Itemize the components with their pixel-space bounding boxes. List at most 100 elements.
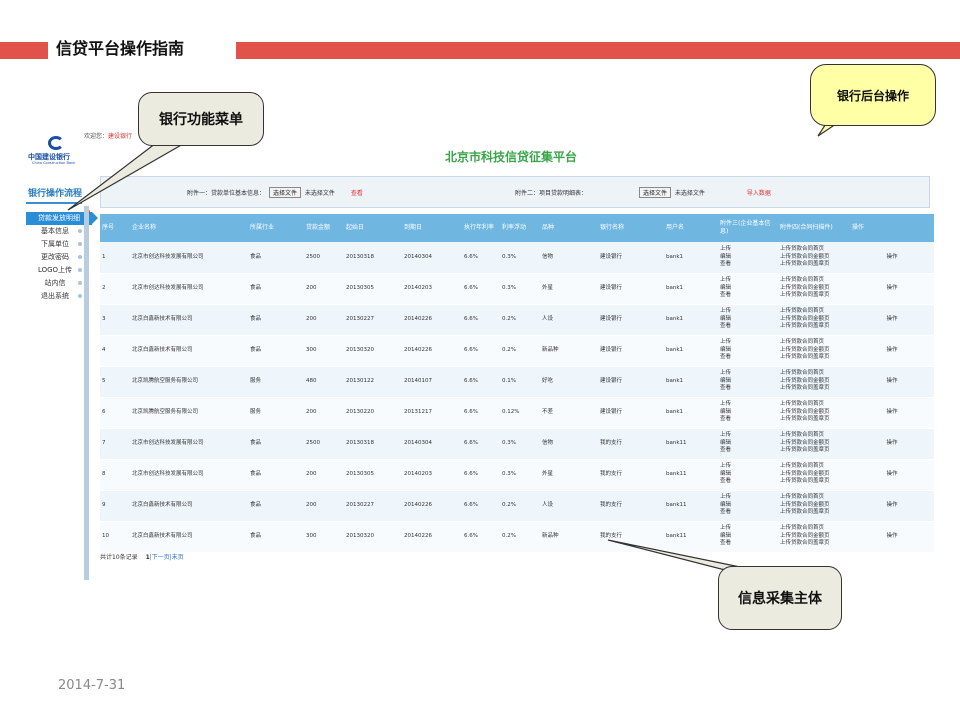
- attachment-one-view-link[interactable]: 查看: [351, 190, 363, 197]
- cell-float: 0.3%: [500, 273, 540, 305]
- sidebar-item-messages[interactable]: 站内信: [26, 277, 84, 290]
- cell-company: 北京白鑫新技术有限公司: [130, 335, 248, 367]
- att3-link[interactable]: 上传: [720, 525, 776, 533]
- cell-att3: 上传 编辑 查看: [718, 459, 778, 491]
- att3-link[interactable]: 查看: [720, 540, 776, 548]
- att3-link[interactable]: 查看: [720, 354, 776, 362]
- att3-link[interactable]: 上传: [720, 463, 776, 471]
- att4-link[interactable]: 上传贷款合同盖章页: [780, 509, 848, 517]
- att4-link[interactable]: 上传贷款合同盖章页: [780, 447, 848, 455]
- cell-amount: 200: [304, 273, 344, 305]
- attachment-two-choose-button[interactable]: 选择文件: [638, 187, 671, 198]
- cell-op[interactable]: 操作: [850, 490, 934, 522]
- att4-link[interactable]: 上传贷款合同盖章页: [780, 323, 848, 331]
- att3-link[interactable]: 查看: [720, 416, 776, 424]
- cell-float: 0.2%: [500, 490, 540, 522]
- att3-link[interactable]: 上传: [720, 432, 776, 440]
- cell-start: 20130320: [344, 521, 402, 553]
- att3-link[interactable]: 上传: [720, 339, 776, 347]
- header-bar-right: [236, 42, 960, 59]
- att4-link[interactable]: 上传贷款合同金额页: [780, 254, 848, 262]
- att4-link[interactable]: 上传贷款合同盖章页: [780, 354, 848, 362]
- cell-user: bank1: [664, 242, 718, 274]
- att4-link[interactable]: 上传贷款合同盖章页: [780, 478, 848, 486]
- att4-link[interactable]: 上传贷款合同首页: [780, 277, 848, 285]
- att4-link[interactable]: 上传贷款合同首页: [780, 339, 848, 347]
- cell-no: 4: [100, 335, 130, 367]
- pager-nav-links[interactable]: |下一页|末页: [150, 554, 184, 561]
- att4-link[interactable]: 上传贷款合同盖章页: [780, 540, 848, 548]
- slide-title: 信贷平台操作指南: [56, 39, 185, 58]
- cell-industry: 食品: [248, 490, 304, 522]
- att3-link[interactable]: 上传: [720, 308, 776, 316]
- cell-float: 0.1%: [500, 366, 540, 398]
- callout-bank-backend: 银行后台操作: [810, 64, 936, 126]
- cell-end: 20140226: [402, 521, 462, 553]
- cell-op[interactable]: 操作: [850, 521, 934, 553]
- cell-bank: 我的支行: [598, 521, 664, 553]
- att3-link[interactable]: 查看: [720, 509, 776, 517]
- cell-start: 20130220: [344, 397, 402, 429]
- welcome-user[interactable]: 建设银行: [108, 133, 132, 140]
- cell-op[interactable]: 操作: [850, 428, 934, 460]
- att4-link[interactable]: 上传贷款合同首页: [780, 401, 848, 409]
- table-row: 9 北京白鑫新技术有限公司 食品 200 20130227 20140226 6.6% 0.2…: [100, 490, 934, 522]
- cell-op[interactable]: 操作: [850, 397, 934, 429]
- att4-link[interactable]: 上传贷款合同盖章页: [780, 385, 848, 393]
- sidebar-item-change-password[interactable]: 更改密码: [26, 251, 84, 264]
- cell-user: bank1: [664, 273, 718, 305]
- sidebar-item-logo-upload[interactable]: LOGO上传: [26, 264, 84, 277]
- att3-link[interactable]: 上传: [720, 277, 776, 285]
- att4-link[interactable]: 上传贷款合同首页: [780, 308, 848, 316]
- cell-end: 20140203: [402, 459, 462, 491]
- att4-link[interactable]: 上传贷款合同首页: [780, 432, 848, 440]
- sidebar-item-sub-units[interactable]: 下属单位: [26, 238, 84, 251]
- cell-industry: 食品: [248, 335, 304, 367]
- att4-link[interactable]: 上传贷款合同首页: [780, 370, 848, 378]
- att3-link[interactable]: 上传: [720, 370, 776, 378]
- cell-rate: 6.6%: [462, 335, 500, 367]
- table-row: 7 北京市创达科技发展有限公司 食品 2500 20130318 20140304 6.6%…: [100, 428, 934, 460]
- att4-link[interactable]: 上传贷款合同盖章页: [780, 261, 848, 269]
- cell-bank: 我的支行: [598, 459, 664, 491]
- attachment-one-choose-button[interactable]: 选择文件: [268, 187, 301, 198]
- att3-link[interactable]: 查看: [720, 261, 776, 269]
- att3-link[interactable]: 上传: [720, 494, 776, 502]
- sidebar-item-loan-details[interactable]: 贷款发放明细: [26, 209, 98, 225]
- att3-link[interactable]: 查看: [720, 292, 776, 300]
- att4-link[interactable]: 上传贷款合同首页: [780, 463, 848, 471]
- import-data-link[interactable]: 导入数据: [747, 190, 771, 197]
- sidebar-item-logout[interactable]: 退出系统: [26, 290, 84, 303]
- att4-link[interactable]: 上传贷款合同盖章页: [780, 292, 848, 300]
- att4-link[interactable]: 上传贷款合同盖章页: [780, 416, 848, 424]
- bullet-icon: [78, 242, 82, 246]
- sidebar-item-basic-info[interactable]: 基本信息: [26, 225, 84, 238]
- att4-link[interactable]: 上传贷款合同首页: [780, 246, 848, 254]
- header-bar-left: [0, 42, 48, 59]
- cell-att4: 上传贷款合同首页 上传贷款合同金额页 上传贷款合同盖章页: [778, 428, 850, 460]
- att3-link[interactable]: 查看: [720, 447, 776, 455]
- att3-link[interactable]: 上传: [720, 401, 776, 409]
- att4-link[interactable]: 上传贷款合同首页: [780, 525, 848, 533]
- cell-op[interactable]: 操作: [850, 304, 934, 336]
- cell-end: 20140304: [402, 428, 462, 460]
- column-header: 序号: [100, 214, 130, 242]
- active-arrow-icon: [92, 212, 98, 224]
- cell-op[interactable]: 操作: [850, 242, 934, 274]
- att3-link[interactable]: 编辑: [720, 254, 776, 262]
- att4-link[interactable]: 上传贷款合同首页: [780, 494, 848, 502]
- table-row: 8 北京市创达科技发展有限公司 食品 200 20130305 20140203 6.6% 0…: [100, 459, 934, 491]
- sidebar-item-label: 贷款发放明细: [38, 214, 80, 222]
- att3-link[interactable]: 查看: [720, 385, 776, 393]
- cell-end: 20131217: [402, 397, 462, 429]
- cell-op[interactable]: 操作: [850, 366, 934, 398]
- cell-float: 0.2%: [500, 335, 540, 367]
- cell-op[interactable]: 操作: [850, 335, 934, 367]
- cell-op[interactable]: 操作: [850, 459, 934, 491]
- cell-att4: 上传贷款合同首页 上传贷款合同金额页 上传贷款合同盖章页: [778, 242, 850, 274]
- att3-link[interactable]: 查看: [720, 323, 776, 331]
- cell-op[interactable]: 操作: [850, 273, 934, 305]
- att3-link[interactable]: 上传: [720, 246, 776, 254]
- att3-link[interactable]: 查看: [720, 478, 776, 486]
- cell-att4: 上传贷款合同首页 上传贷款合同金额页 上传贷款合同盖章页: [778, 366, 850, 398]
